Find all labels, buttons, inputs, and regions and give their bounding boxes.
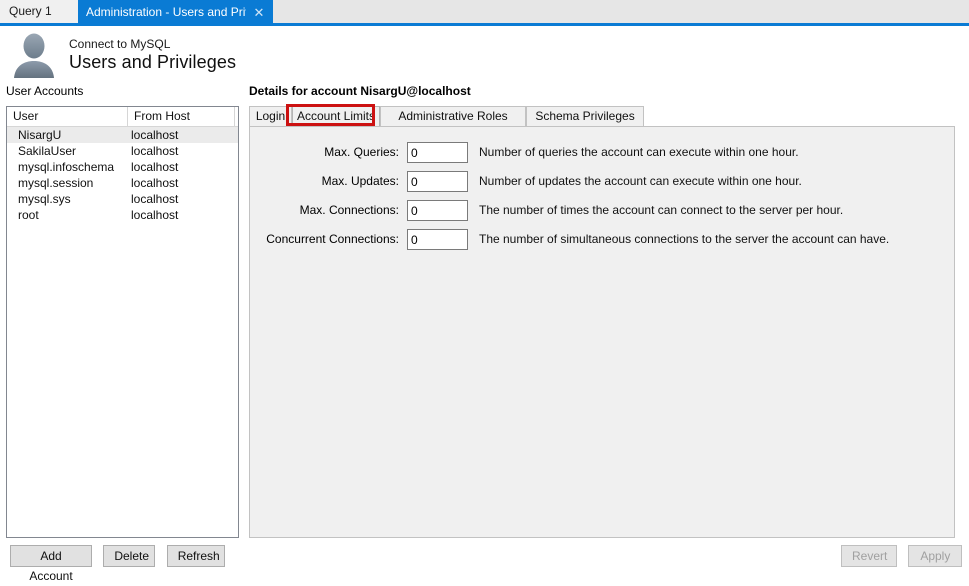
column-header-filler: [235, 107, 238, 126]
table-row[interactable]: NisargU localhost: [7, 127, 238, 143]
field-hint: Number of queries the account can execut…: [479, 145, 799, 159]
table-row[interactable]: mysql.infoschema localhost: [7, 159, 238, 175]
account-limits-panel: Max. Queries: Number of queries the accou…: [249, 126, 955, 538]
cell-from-host: localhost: [131, 192, 179, 206]
user-accounts-table-header: User From Host: [7, 107, 238, 127]
add-account-button[interactable]: Add Account: [10, 545, 92, 583]
table-row[interactable]: mysql.sys localhost: [7, 191, 238, 207]
field-hint: The number of simultaneous connections t…: [479, 232, 890, 246]
header-subtitle: Connect to MySQL: [69, 37, 171, 51]
page-title: Users and Privileges: [69, 52, 237, 72]
tab-login[interactable]: Login: [249, 106, 292, 127]
cell-user: root: [18, 208, 39, 222]
user-accounts-table-body: NisargU localhost SakilaUser localhost mysql…: [7, 127, 238, 223]
revert-button[interactable]: Revert: [841, 545, 897, 567]
refresh-button[interactable]: Refresh: [166, 545, 225, 567]
tab-schema-privileges[interactable]: Schema Privileges: [526, 106, 644, 127]
cell-from-host: localhost: [131, 144, 179, 158]
field-input[interactable]: [407, 142, 468, 163]
column-header-user[interactable]: User: [7, 107, 128, 126]
field-hint: The number of times the account can conn…: [479, 203, 844, 217]
delete-button[interactable]: Delete: [103, 545, 156, 567]
field-input[interactable]: [407, 229, 468, 250]
cell-user: mysql.infoschema: [18, 160, 115, 174]
cell-from-host: localhost: [131, 208, 179, 222]
details-tab-row: Login Account Limits Administrative Role…: [249, 106, 955, 127]
form-row: Max. Queries: Number of queries the accou…: [260, 142, 950, 164]
close-icon[interactable]: ✕: [251, 0, 267, 26]
cell-from-host: localhost: [131, 176, 179, 190]
field-label: Max. Updates:: [321, 174, 399, 188]
user-accounts-label: User Accounts: [6, 84, 84, 98]
details-title: Details for account NisargU@localhost: [249, 84, 471, 98]
field-input[interactable]: [407, 171, 468, 192]
window-tab-strip: Query 1 Administration - Users and Privi…: [0, 0, 969, 26]
table-row[interactable]: mysql.session localhost: [7, 175, 238, 191]
window-tab-query-1[interactable]: Query 1: [0, 0, 78, 23]
form-row: Max. Updates: Number of updates the accou…: [260, 171, 950, 193]
details-actions: Revert Apply: [841, 545, 963, 567]
user-accounts-table[interactable]: User From Host NisargU localhost SakilaUse…: [6, 106, 239, 538]
cell-from-host: localhost: [131, 160, 179, 174]
form-row: Concurrent Connections: The number of sim…: [260, 229, 950, 251]
window-tab-administration[interactable]: Administration - Users and Privil... ✕: [78, 0, 273, 26]
field-hint: Number of updates the account can execut…: [479, 174, 802, 188]
table-row[interactable]: SakilaUser localhost: [7, 143, 238, 159]
cell-from-host: localhost: [131, 128, 179, 142]
field-label: Concurrent Connections:: [266, 232, 399, 246]
cell-user: mysql.session: [18, 176, 94, 190]
user-silhouette-icon: [10, 32, 58, 78]
window-tab-administration-label: Administration - Users and Privil...: [86, 5, 246, 19]
form-row: Max. Connections: The number of times the…: [260, 200, 950, 222]
page-header: Connect to MySQL Users and Privileges: [0, 26, 969, 81]
field-label: Max. Queries:: [324, 145, 399, 159]
window-tab-query-1-label: Query 1: [9, 4, 52, 18]
cell-user: NisargU: [18, 128, 62, 142]
column-header-from-host[interactable]: From Host: [128, 107, 235, 126]
tab-account-limits[interactable]: Account Limits: [292, 106, 380, 127]
table-row[interactable]: root localhost: [7, 207, 238, 223]
field-input[interactable]: [407, 200, 468, 221]
user-accounts-actions: Add Account Delete Refresh: [10, 545, 225, 583]
apply-button[interactable]: Apply: [908, 545, 963, 567]
cell-user: mysql.sys: [18, 192, 71, 206]
field-label: Max. Connections:: [299, 203, 399, 217]
cell-user: SakilaUser: [18, 144, 77, 158]
tab-administrative-roles[interactable]: Administrative Roles: [380, 106, 526, 127]
